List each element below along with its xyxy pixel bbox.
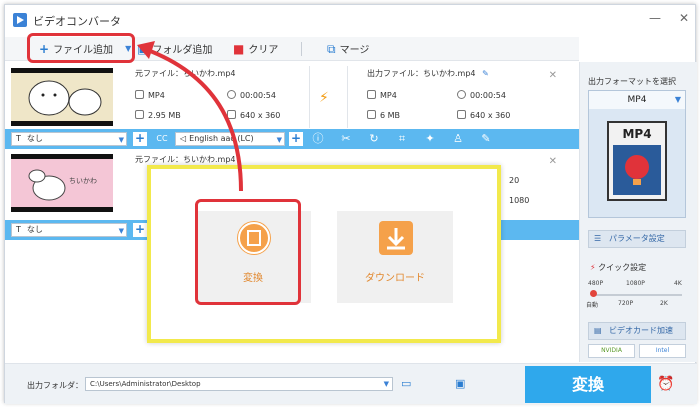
app-window: ビデオコンバータ — ✕ + ファイル追加 ▼ ▣ フォルダ追加 ■ クリア ⧉…	[4, 4, 697, 404]
red-arrow-annotation	[137, 41, 243, 192]
